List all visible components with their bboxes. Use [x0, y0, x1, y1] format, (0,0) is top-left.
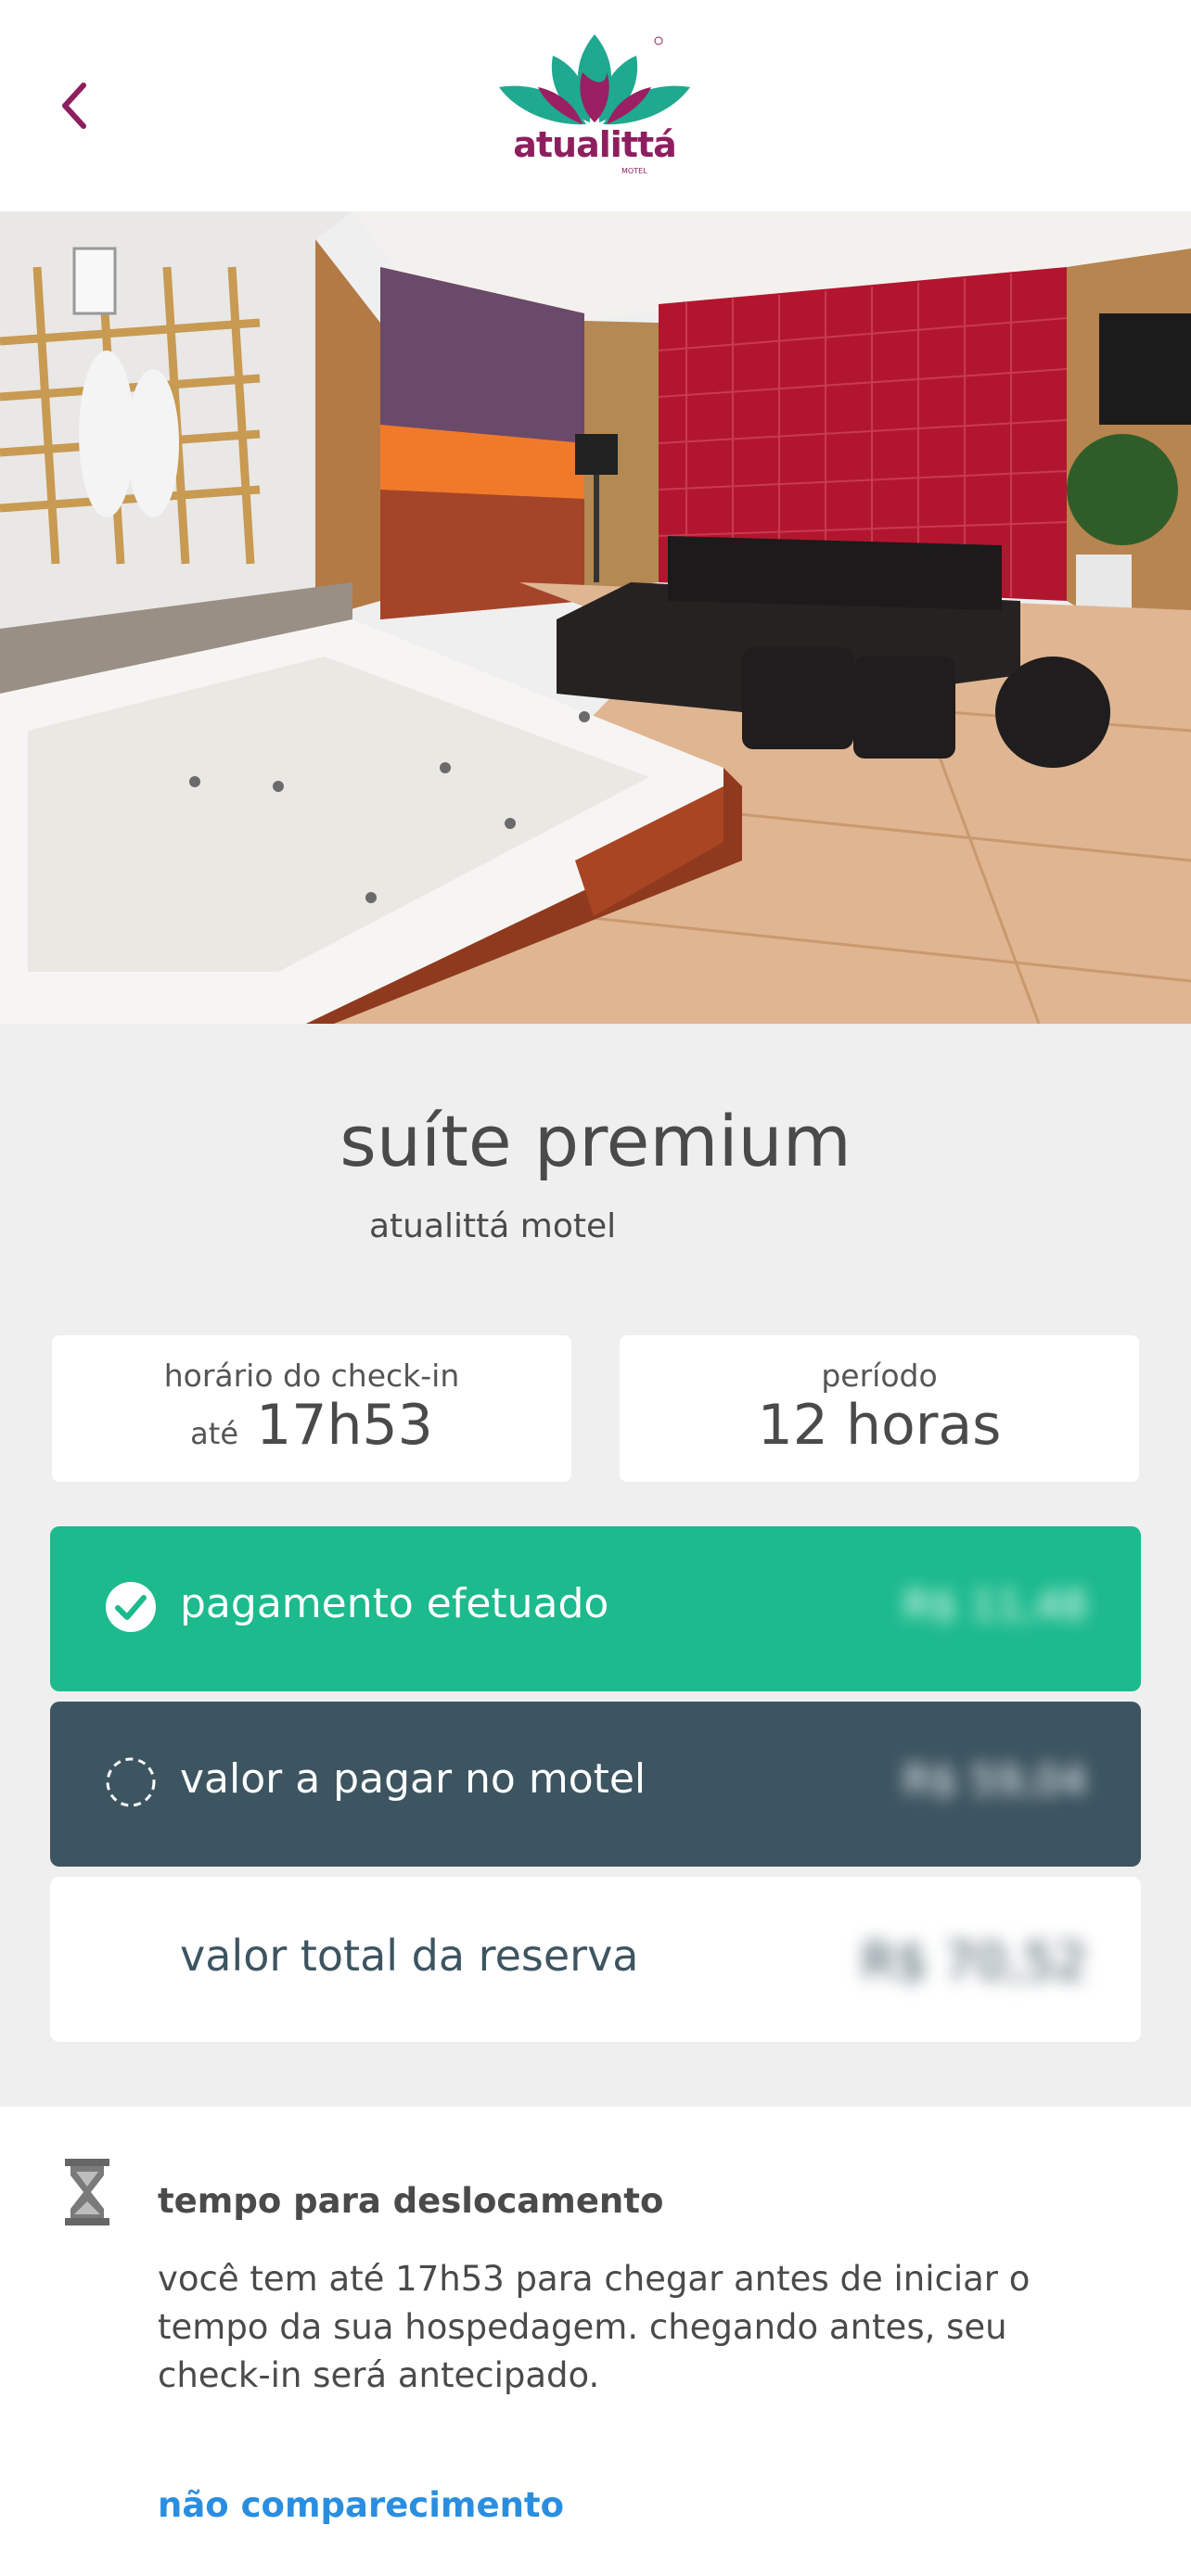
travel-description: você tem até 17h53 para chegar antes de …: [158, 2259, 1031, 2395]
pay-at-motel-value: R$ 59,04: [903, 1757, 1087, 1804]
checkin-label: horário do check-in: [163, 1358, 460, 1394]
lotus-icon: [499, 34, 690, 125]
checkin-card: horário do check-in até 17h53: [52, 1335, 571, 1482]
payment-done-row: pagamento efetuado R$ 11,48: [50, 1526, 1141, 1691]
suite-photo-image: [0, 211, 1191, 1024]
pay-at-motel-row: valor a pagar no motel R$ 59,04: [50, 1702, 1141, 1867]
period-label: período: [821, 1358, 938, 1394]
dashed-circle-icon: [106, 1757, 156, 1807]
chevron-left-icon: [62, 83, 86, 129]
motel-name: atualittá motel: [369, 1207, 617, 1245]
payment-done-value: R$ 11,48: [903, 1582, 1087, 1629]
checkin-time: 17h53: [256, 1393, 433, 1458]
hourglass-icon: [65, 2159, 109, 2225]
app-header: atualittá MOTEL: [0, 0, 1191, 211]
suite-photo: [0, 211, 1191, 1024]
period-card: período 12 horas: [620, 1335, 1139, 1482]
total-label: valor total da reserva: [180, 1931, 639, 1981]
suite-title: suíte premium: [339, 1100, 852, 1182]
pay-at-motel-label: valor a pagar no motel: [180, 1755, 647, 1803]
no-show-link[interactable]: não comparecimento: [158, 2485, 564, 2525]
logo-subtext: MOTEL: [621, 167, 647, 175]
payment-done-label: pagamento efetuado: [180, 1580, 609, 1627]
back-button[interactable]: [52, 76, 100, 135]
period-value: 12 horas: [757, 1393, 1002, 1458]
travel-info-section: tempo para deslocamento você tem até 17h…: [0, 2107, 1191, 2576]
total-value: R$ 70,52: [861, 1932, 1087, 1991]
check-circle-icon: [106, 1582, 156, 1632]
total-row: valor total da reserva R$ 70,52: [50, 1877, 1141, 2042]
travel-title: tempo para deslocamento: [158, 2181, 664, 2221]
logo-text: atualittá: [513, 124, 677, 165]
checkin-value: até 17h53: [52, 1393, 571, 1458]
logo: atualittá MOTEL: [499, 30, 690, 178]
checkin-prefix: até: [190, 1416, 239, 1451]
